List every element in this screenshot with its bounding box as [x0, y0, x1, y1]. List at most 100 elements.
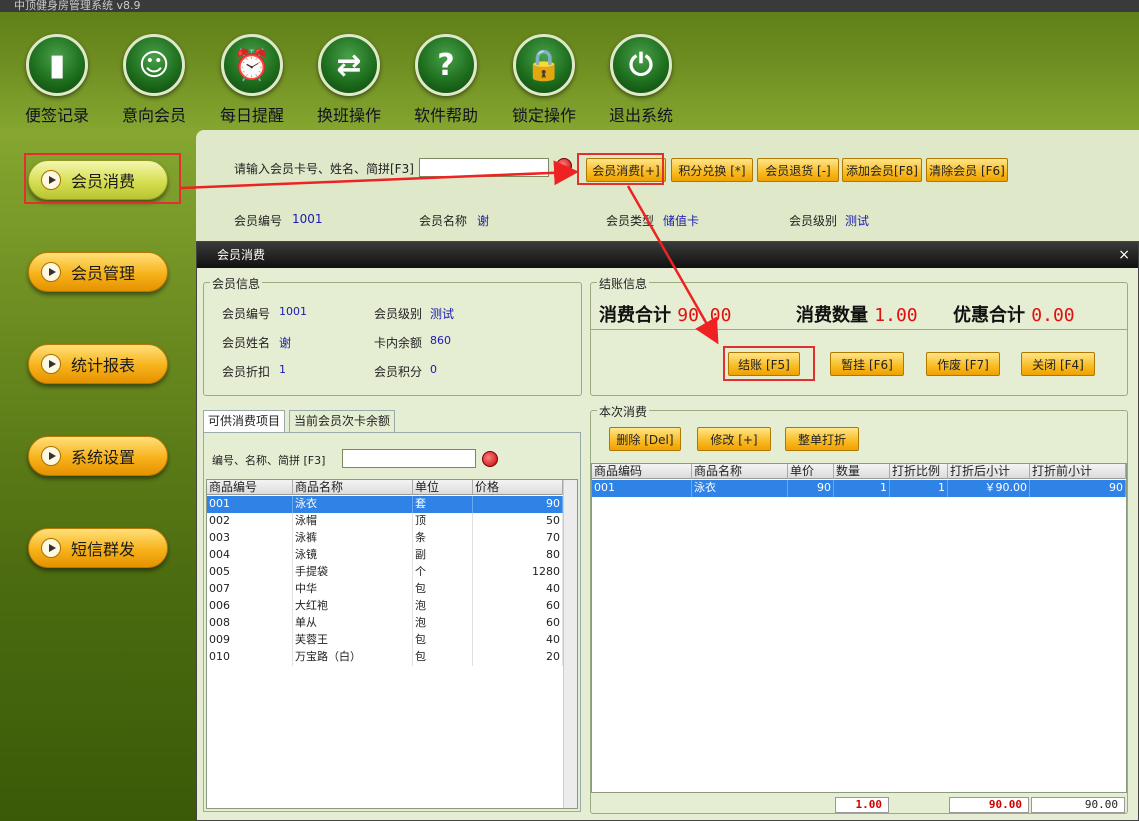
table-row[interactable]: 008 单从泡 60: [207, 615, 577, 632]
toolbar-shift-button[interactable]: ⇄ 换班操作: [304, 34, 394, 126]
points-exchange-button[interactable]: 积分兑换 [*]: [671, 158, 753, 182]
table-cell: 副: [413, 547, 473, 564]
table-row[interactable]: 004 泳镜副 80: [207, 547, 577, 564]
column-header[interactable]: 商品名称: [293, 480, 413, 495]
column-header[interactable]: 商品编码: [592, 464, 692, 479]
member-info-group: 会员信息 会员编号 1001 会员级别 测试 会员姓名 谢 卡内余额 860 会…: [203, 275, 582, 396]
column-header[interactable]: 打折比例: [890, 464, 948, 479]
sidebar-item-member-manage[interactable]: 会员管理: [28, 252, 168, 292]
toolbar-reminder-button[interactable]: ⏰ 每日提醒: [207, 34, 297, 126]
total-discount-stat: 优惠合计 0.00: [953, 301, 1075, 327]
tab-available-items[interactable]: 可供消费项目: [203, 410, 286, 432]
column-header[interactable]: 数量: [834, 464, 890, 479]
member-name-label: 会员名称: [419, 214, 468, 228]
product-table: 商品编号 商品名称 单位 价格 001 泳衣套 90 002 泳帽顶 50 003 泳裤条 70…: [206, 479, 578, 809]
clear-member-button[interactable]: 清除会员 [F6]: [926, 158, 1008, 182]
column-header[interactable]: 价格: [473, 480, 563, 495]
table-cell: 010: [207, 649, 293, 666]
sidebar-item-settings[interactable]: 系统设置: [28, 436, 168, 476]
table-cell: 泳衣: [692, 480, 788, 497]
whole-discount-button[interactable]: 整单打折: [785, 427, 859, 451]
stat-label: 优惠合计: [953, 305, 1025, 326]
sidebar-item-reports[interactable]: 统计报表: [28, 344, 168, 384]
table-cell: 泳衣: [293, 496, 413, 513]
member-return-button[interactable]: 会员退货 [-]: [757, 158, 839, 182]
table-cell: 条: [413, 530, 473, 547]
column-header[interactable]: 打折后小计: [948, 464, 1030, 479]
table-row[interactable]: 010 万宝路（白）包 20: [207, 649, 577, 666]
member-level-label: 会员级别: [789, 214, 838, 228]
table-cell: 90: [473, 496, 563, 513]
tab-card-balance[interactable]: 当前会员次卡余额: [289, 410, 396, 432]
table-row[interactable]: 002 泳帽顶 50: [207, 513, 577, 530]
column-header[interactable]: 商品编号: [207, 480, 293, 495]
member-discount-value: 1: [279, 363, 286, 376]
column-header[interactable]: 单位: [413, 480, 473, 495]
table-cell: 顶: [413, 513, 473, 530]
search-icon[interactable]: [556, 158, 572, 174]
table-cell: 泳镜: [293, 547, 413, 564]
total-amount-stat: 消费合计 90.00: [599, 301, 731, 327]
column-header[interactable]: 打折前小计: [1030, 464, 1126, 479]
table-row[interactable]: 006 大红袍泡 60: [207, 598, 577, 615]
sidebar-item-label: 统计报表: [71, 356, 136, 375]
table-row[interactable]: 001 泳衣套 90: [207, 496, 577, 513]
column-header[interactable]: 单价: [788, 464, 834, 479]
help-icon: ?: [415, 34, 477, 96]
member-points-label: 会员积分: [374, 365, 423, 379]
divider: [591, 329, 1127, 330]
search-icon[interactable]: [482, 451, 498, 467]
sidebar-item-sms[interactable]: 短信群发: [28, 528, 168, 568]
table-cell: 60: [473, 598, 563, 615]
toolbar-exit-button[interactable]: ⏻ 退出系统: [596, 34, 686, 126]
sidebar-item-label: 会员管理: [71, 264, 136, 283]
member-no-label: 会员编号: [222, 307, 271, 321]
table-cell: 008: [207, 615, 293, 632]
table-cell: 泡: [413, 615, 473, 632]
table-row[interactable]: 001 泳衣 90 1 1 ￥90.00 90: [592, 480, 1126, 497]
add-member-button[interactable]: 添加会员[F8]: [842, 158, 922, 182]
table-cell: 1: [834, 480, 890, 497]
column-header[interactable]: 商品名称: [692, 464, 788, 479]
play-icon: [41, 262, 61, 282]
table-cell: 001: [207, 496, 293, 513]
table-cell: 芙蓉王: [293, 632, 413, 649]
sidebar-item-label: 短信群发: [71, 540, 136, 559]
play-icon: [41, 538, 61, 558]
table-cell: 80: [473, 547, 563, 564]
product-search-input[interactable]: [342, 449, 476, 468]
table-row[interactable]: 005 手提袋个 1280: [207, 564, 577, 581]
edit-item-button[interactable]: 修改 [+]: [697, 427, 771, 451]
table-cell: 001: [592, 480, 692, 497]
total-discount-value: 0.00: [1031, 305, 1075, 326]
member-no-label: 会员编号: [234, 214, 283, 228]
total-amount-value: 90.00: [677, 305, 732, 326]
product-table-scrollbar[interactable]: [563, 480, 577, 808]
person-icon: ☺: [123, 34, 185, 96]
close-button[interactable]: 关闭 [F4]: [1021, 352, 1095, 376]
close-icon[interactable]: ×: [1118, 242, 1130, 268]
hold-button[interactable]: 暂挂 [F6]: [830, 352, 904, 376]
table-cell: 大红袍: [293, 598, 413, 615]
delete-item-button[interactable]: 删除 [Del]: [609, 427, 681, 451]
stat-label: 消费数量: [796, 305, 868, 326]
footer-after-discount-total: 90.00: [949, 797, 1029, 813]
toolbar-help-button[interactable]: ? 软件帮助: [401, 34, 491, 126]
table-row[interactable]: 007 中华包 40: [207, 581, 577, 598]
toolbar-prospect-button[interactable]: ☺ 意向会员: [109, 34, 199, 126]
toolbar-lock-button[interactable]: 🔒 锁定操作: [499, 34, 589, 126]
table-cell: 40: [473, 632, 563, 649]
table-cell: 泳帽: [293, 513, 413, 530]
table-row[interactable]: 009 芙蓉王包 40: [207, 632, 577, 649]
toolbar-note-button[interactable]: ▮ 便签记录: [12, 34, 102, 126]
member-no-value: 1001: [292, 212, 323, 226]
lock-icon: 🔒: [513, 34, 575, 96]
member-name-value: 谢: [279, 336, 292, 350]
total-quantity-value: 1.00: [874, 305, 918, 326]
card-balance-value: 860: [430, 334, 451, 347]
current-consume-group: 本次消费 删除 [Del] 修改 [+] 整单打折 商品编码 商品名称 单价 数…: [590, 403, 1128, 814]
swap-arrows-icon: ⇄: [318, 34, 380, 96]
void-button[interactable]: 作废 [F7]: [926, 352, 1000, 376]
table-row[interactable]: 003 泳裤条 70: [207, 530, 577, 547]
member-search-input[interactable]: [419, 158, 549, 177]
